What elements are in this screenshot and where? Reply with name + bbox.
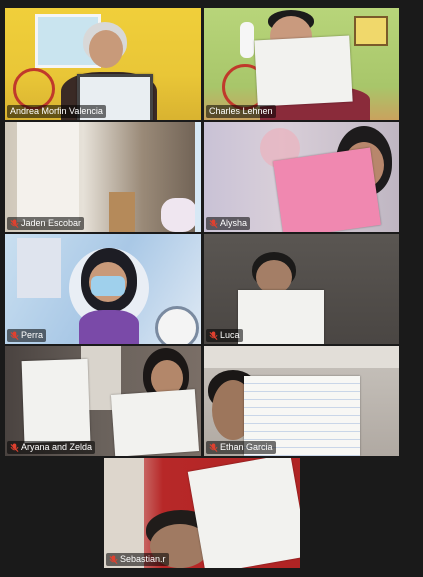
muted-mic-icon [209, 219, 218, 228]
participant-name-label: Ethan Garcia [206, 441, 276, 454]
participant-name-label: Luca [206, 329, 243, 342]
video-feed [204, 346, 399, 456]
video-feed [5, 122, 201, 232]
participant-name-label: Alysha [206, 217, 251, 230]
muted-mic-icon [209, 331, 218, 340]
video-tile-luca[interactable]: Luca [204, 234, 399, 344]
video-tile-perra[interactable]: Perra [5, 234, 201, 344]
participant-name-label: Aryana and Zelda [7, 441, 96, 454]
video-tile-aryana-and-zelda[interactable]: Aryana and Zelda [5, 346, 201, 456]
muted-mic-icon [10, 443, 19, 452]
video-feed [5, 234, 201, 344]
muted-mic-icon [109, 555, 118, 564]
participant-name-label: Sebastian.r [106, 553, 169, 566]
muted-mic-icon [10, 331, 19, 340]
participant-name-label: Perra [7, 329, 47, 342]
participant-name-label: Charles Lehnen [206, 105, 276, 118]
video-feed [204, 234, 399, 344]
participant-name-label: Andrea Morfin Valencia [7, 105, 106, 118]
video-feed [5, 8, 201, 120]
video-tile-sebastian[interactable]: Sebastian.r [104, 458, 300, 568]
video-feed [104, 458, 300, 568]
video-feed [204, 122, 399, 232]
video-tile-alysha[interactable]: Alysha [204, 122, 399, 232]
muted-mic-icon [10, 219, 19, 228]
video-tile-andrea[interactable]: Andrea Morfin Valencia [5, 8, 201, 120]
video-tile-jaden[interactable]: Jaden Escobar [5, 122, 201, 232]
participant-name-label: Jaden Escobar [7, 217, 85, 230]
video-tile-charles[interactable]: Charles Lehnen [204, 8, 399, 120]
muted-mic-icon [209, 443, 218, 452]
video-tile-ethan[interactable]: Ethan Garcia [204, 346, 399, 456]
video-feed [5, 346, 201, 456]
video-feed [204, 8, 399, 120]
